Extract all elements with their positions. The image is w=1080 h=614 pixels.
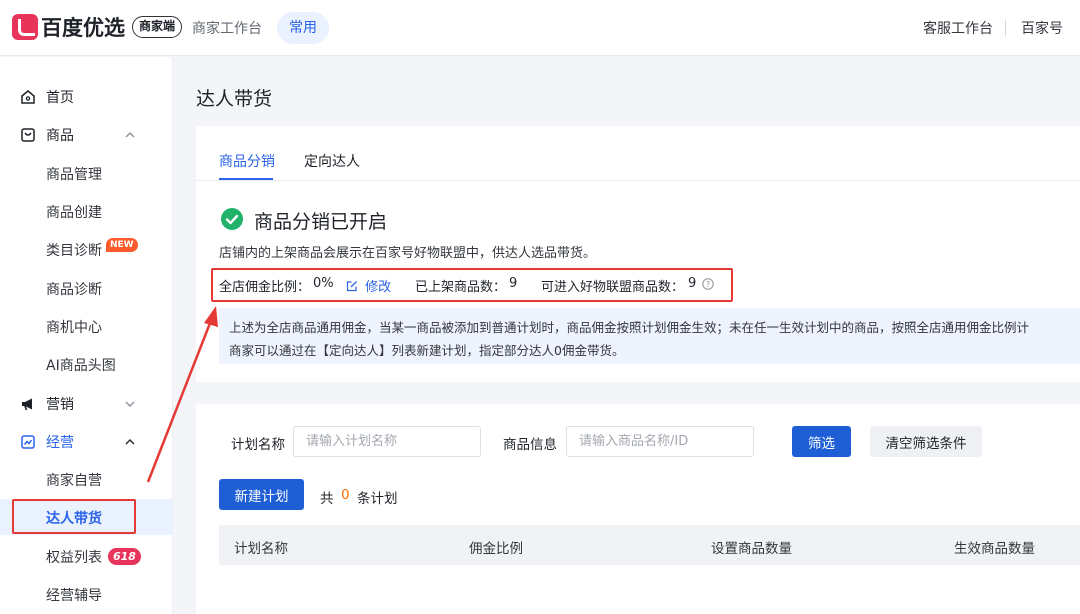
annotation-arrow [146,306,218,483]
